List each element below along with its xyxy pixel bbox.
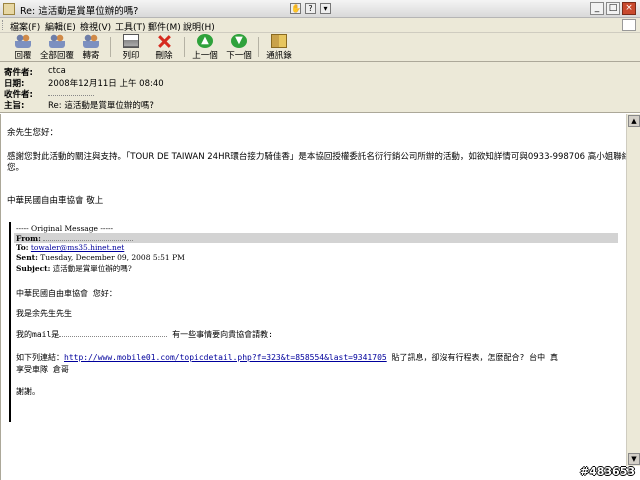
forward-label: 轉寄: [82, 51, 100, 61]
quoted-line-3-suffix: 有一些事情要向貴協會請教:: [172, 330, 273, 339]
quoted-line-3-prefix: 我的mail是: [16, 330, 60, 339]
original-message-separator: ----- Original Message -----: [16, 224, 114, 233]
menu-file[interactable]: 檔案(F): [10, 20, 40, 33]
message-body[interactable]: 余先生您好： 感謝您對此活動的關注與支持。「TOUR DE TAIWAN 24H…: [0, 114, 640, 480]
quoted-to-row: To: towaler@ms35.hinet.net: [16, 243, 124, 252]
reply-label: 回覆: [14, 51, 32, 61]
addresses-label: 通訊錄: [266, 51, 292, 61]
quoted-subject-label: Subject:: [16, 264, 51, 273]
quoted-message: ----- Original Message ----- From: To: t…: [9, 222, 621, 422]
quoted-line-3: 我的mail是 有一些事情要向貴協會請教:: [16, 329, 273, 340]
delete-label: 刪除: [155, 51, 173, 61]
redacted-sender: [43, 233, 134, 241]
quoted-sent-label: Sent:: [16, 253, 38, 262]
subject-label: 主旨:: [4, 101, 25, 111]
to-value[interactable]: [48, 88, 94, 99]
menu-view[interactable]: 檢視(V): [80, 20, 111, 33]
title-bar: Re: 這活動是賞單位辦的嗎? ✋ ? ▾ _ □ ×: [0, 0, 640, 18]
redacted-recipient: [48, 88, 94, 96]
menu-help[interactable]: 說明(H): [183, 20, 215, 33]
hand-icon[interactable]: ✋: [290, 3, 301, 14]
down-arrow-icon: ▼: [231, 34, 247, 48]
menu-edit[interactable]: 編輯(E): [45, 20, 76, 33]
menu-grip: [2, 20, 5, 30]
next-button[interactable]: ▼ 下一個: [224, 34, 254, 61]
quoted-sent-row: Sent: Tuesday, December 09, 2008 5:51 PM: [16, 253, 185, 262]
quoted-to-label: To:: [16, 243, 29, 252]
signature: 中華民國自由車協會 敬上: [7, 196, 104, 206]
subject-value: Re: 這活動是賞單位辦的嗎?: [48, 101, 154, 111]
addresses-button[interactable]: 通訊錄: [264, 34, 294, 61]
quoted-subject-row: Subject: 這活動是賞單位辦的嗎?: [16, 263, 132, 274]
address-book-icon: [271, 34, 287, 48]
print-button[interactable]: 列印: [118, 34, 144, 61]
quoted-to-link[interactable]: towaler@ms35.hinet.net: [31, 243, 124, 252]
quoted-line-1: 中華民國自由車協會 您好：: [16, 289, 117, 298]
delete-x-icon: [156, 34, 172, 48]
printer-icon: [123, 34, 139, 48]
redacted-email: [59, 329, 168, 337]
quoted-line-4: 如下列連結：http://www.mobile01.com/topicdetai…: [16, 352, 558, 363]
windows-flag-icon: [622, 19, 636, 31]
close-button[interactable]: ×: [622, 2, 636, 15]
forward-icon: [83, 34, 99, 48]
reply-all-label: 全部回覆: [40, 51, 75, 61]
down-arrow-icon[interactable]: ▾: [320, 3, 331, 14]
watermark: #483653: [579, 465, 635, 478]
window-controls: _ □ ×: [590, 2, 636, 15]
quoted-subject-value: 這活動是賞單位辦的嗎?: [52, 264, 132, 273]
toolbar-separator: [258, 37, 259, 57]
previous-label: 上一個: [192, 51, 218, 61]
mobile01-link[interactable]: http://www.mobile01.com/topicdetail.php?…: [64, 353, 387, 362]
quoted-from-label: From:: [16, 234, 41, 243]
print-label: 列印: [122, 51, 140, 61]
quoted-line-4-prefix: 如下列連結：: [16, 353, 64, 362]
quoted-line-4-cont: 享受車隊 倉哥: [16, 365, 69, 374]
quoted-from-row: From:: [14, 233, 618, 243]
body-paragraph: 感謝您對此活動的關注與支持。「TOUR DE TAIWAN 24HR環台接力騎佳…: [7, 152, 640, 162]
delete-button[interactable]: 刪除: [150, 34, 178, 61]
reply-all-icon: [49, 34, 65, 48]
body-paragraph-cont: 您。: [7, 163, 25, 173]
from-value[interactable]: ctca: [48, 66, 66, 76]
next-label: 下一個: [226, 51, 252, 61]
quoted-line-2: 我是余先生先生: [16, 309, 72, 318]
quoted-line-4-suffix: 貼了訊息，卻沒有行程表，怎麼配合? 台中 真: [391, 353, 558, 362]
menu-mail[interactable]: 郵件(M): [148, 20, 181, 33]
toolbar-separator: [110, 37, 111, 57]
quoted-sent-value: Tuesday, December 09, 2008 5:51 PM: [40, 253, 185, 262]
forward-button[interactable]: 轉寄: [78, 34, 104, 61]
scroll-up-icon[interactable]: ▲: [628, 115, 640, 127]
toolbar-separator: [184, 37, 185, 57]
scroll-down-icon[interactable]: ▼: [628, 453, 640, 465]
reply-icon: [15, 34, 31, 48]
previous-button[interactable]: ▲ 上一個: [190, 34, 220, 61]
menu-tools[interactable]: 工具(T): [115, 20, 146, 33]
title-center-icons: ✋ ? ▾: [290, 3, 331, 14]
help-icon[interactable]: ?: [305, 3, 316, 14]
quoted-line-5: 謝謝。: [16, 387, 40, 396]
mail-icon: [3, 3, 15, 15]
up-arrow-icon: ▲: [197, 34, 213, 48]
toolbar: 回覆 全部回覆 轉寄 列印 刪除 ▲ 上一個 ▼ 下一個 通訊錄: [0, 33, 640, 62]
window-title: Re: 這活動是賞單位辦的嗎?: [20, 6, 139, 17]
vertical-scrollbar[interactable]: ▲ ▼: [626, 114, 640, 466]
minimize-button[interactable]: _: [590, 2, 604, 15]
message-header: 寄件者: ctca 日期: 2008年12月11日 上午 08:40 收件者: …: [0, 62, 640, 113]
reply-all-button[interactable]: 全部回覆: [40, 34, 74, 61]
menu-bar: 檔案(F) 編輯(E) 檢視(V) 工具(T) 郵件(M) 說明(H): [0, 18, 640, 33]
maximize-button[interactable]: □: [606, 2, 620, 15]
greeting: 余先生您好：: [7, 128, 59, 138]
reply-button[interactable]: 回覆: [8, 34, 38, 61]
